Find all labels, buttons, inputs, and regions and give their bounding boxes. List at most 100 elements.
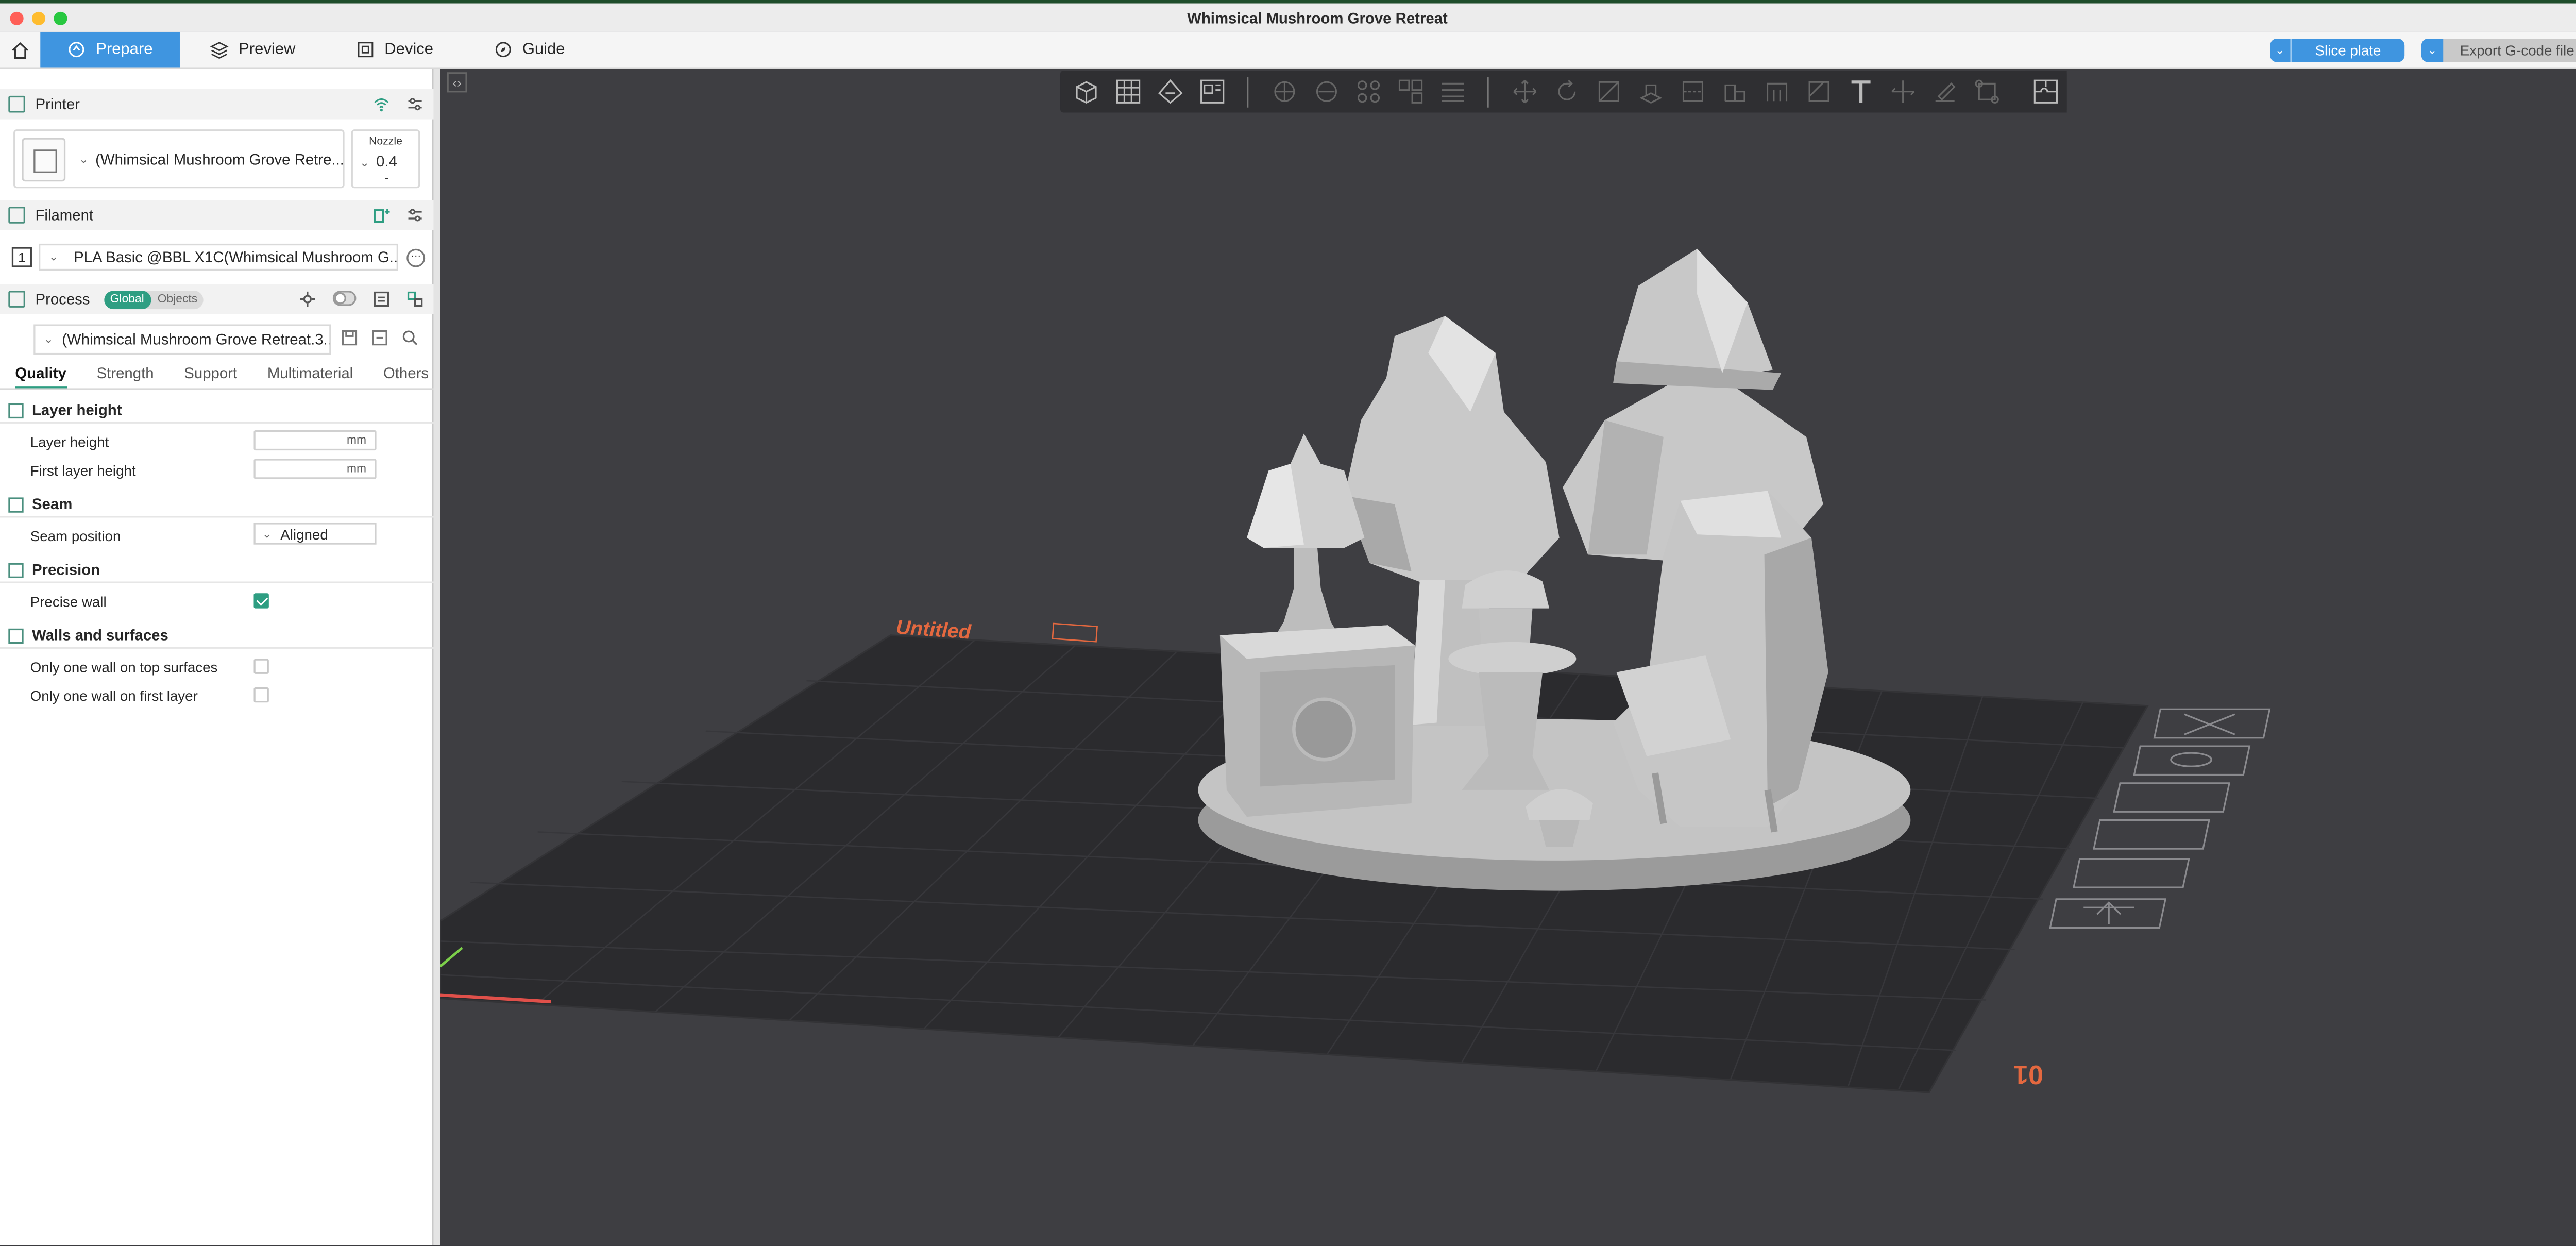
sidebar-resize-handle[interactable] [433,69,440,1245]
export-dropdown-chevron-icon[interactable]: ⌄ [2421,38,2444,62]
group-precision-title: Precision [31,561,100,578]
tab-prepare-label: Prepare [96,40,153,59]
lay-on-face-button[interactable] [1632,73,1669,110]
global-objects-toggle[interactable]: Global Objects [103,290,205,309]
home-button[interactable] [0,32,40,67]
search-icon[interactable] [401,329,418,346]
assembly-view-button[interactable] [2025,70,2067,113]
nozzle-value-text: 0.4 [376,153,397,170]
toggle-global[interactable]: Global [103,290,151,309]
auto-orient-button[interactable] [1151,73,1188,110]
mesh-boolean-button[interactable] [1716,73,1753,110]
seam-chevron-icon: ⌄ [262,528,272,541]
cube-add-icon [1075,81,1096,104]
process-settings-icon[interactable] [406,291,423,308]
collapse-sidebar-button[interactable]: ‹› [447,72,467,93]
plate-settings-icon[interactable] [2113,782,2231,813]
support-painting-button[interactable] [1758,73,1795,110]
variable-layer-button[interactable] [1349,73,1386,110]
add-plate-button[interactable] [1109,73,1146,110]
tab-device[interactable]: Device [326,32,464,67]
brim-ears-icon [1974,79,1998,104]
add-object-button[interactable] [1067,73,1104,110]
tab-guide[interactable]: Guide [464,32,596,67]
brim-ears-button[interactable] [1968,73,2005,110]
one-wall-top-checkbox[interactable] [253,659,269,674]
assembly-button[interactable] [1926,73,1963,110]
rotate-icon [1557,80,1575,100]
printer-selector[interactable]: ⌄ (Whimsical Mushroom Grove Retre... [13,129,345,189]
seam-painting-button[interactable] [1800,73,1837,110]
rotate-tool-button[interactable] [1548,73,1585,110]
split-parts-button[interactable] [1307,73,1344,110]
process-preset-selector[interactable]: ⌄ (Whimsical Mushroom Grove Retreat.3... [33,324,331,355]
text-tool-button[interactable] [1842,73,1879,110]
window-controls [10,11,67,25]
tab-device-label: Device [384,40,433,59]
add-filament-icon[interactable] [373,207,390,224]
plate-edit-icon[interactable] [1052,622,1098,643]
filament-section-header: Filament [0,200,434,230]
precise-wall-checkbox[interactable] [253,593,269,609]
one-wall-first-layer-checkbox[interactable] [253,687,269,703]
precision-group-icon [8,562,24,578]
subtab-others[interactable]: Others [368,358,444,389]
subtab-multimaterial[interactable]: Multimaterial [252,358,368,389]
seam-position-select[interactable]: ⌄ Aligned [253,523,377,545]
cut-tool-button[interactable] [1673,73,1710,110]
printer-settings-icon[interactable] [406,96,423,113]
support-paint-button[interactable] [1433,73,1470,110]
group-walls-surfaces: Walls and surfaces [0,624,433,647]
tab-prepare[interactable]: Prepare [40,31,180,68]
measure-icon [1890,80,1914,103]
save-icon[interactable] [341,329,358,346]
split-objects-button[interactable] [1265,73,1302,110]
advanced-mode-switch-icon[interactable] [332,291,357,306]
process-compare-icon[interactable] [373,291,390,308]
group-walls-title: Walls and surfaces [31,627,168,644]
filament-selector[interactable]: ⌄ PLA Basic @BBL X1C(Whimsical Mushroom … [39,243,398,271]
slice-plate-button[interactable]: ⌄ Slice plate [2269,38,2405,62]
filament-settings-icon[interactable] [406,207,423,224]
plate-lock-icon[interactable] [2093,819,2210,850]
subtab-quality[interactable]: Quality [0,358,81,390]
3d-viewport[interactable]: Untitled 01 [440,69,2576,1245]
layer-height-input[interactable]: mm [253,430,377,451]
move-tool-button[interactable] [1505,73,1543,110]
filament-name: PLA Basic @BBL X1C(Whimsical Mushroom G.… [74,248,398,266]
app-window: Whimsical Mushroom Grove Retreat Prepare… [0,0,2576,1245]
model-mushroom-grove[interactable] [1198,248,1911,891]
close-window-button[interactable] [10,11,24,25]
export-gcode-button[interactable]: ⌄ Export G-code file [2421,38,2576,62]
layers-edit-icon [1398,79,1422,104]
precise-wall-label: Precise wall [30,593,107,610]
toggle-objects[interactable]: Objects [151,290,205,309]
seam-paint-icon [1807,81,1828,102]
delete-preset-icon[interactable] [371,329,388,346]
maximize-window-button[interactable] [54,11,67,25]
scale-icon [1598,81,1619,102]
process-section-icon [8,291,25,308]
subtab-strength[interactable]: Strength [81,358,169,389]
wifi-icon[interactable] [373,96,390,113]
arrange-button[interactable] [1193,73,1230,110]
scale-tool-button[interactable] [1589,73,1626,110]
plate-arrange-icon[interactable] [2072,857,2190,888]
process-advanced-icon[interactable] [299,291,316,308]
nozzle-selector[interactable]: Nozzle ⌄ 0.4 - [351,129,420,189]
tab-preview[interactable]: Preview [180,32,326,67]
puzzle-icon [2033,79,2058,104]
viewport-canvas[interactable]: Untitled 01 [440,69,2576,1245]
plate-number-label: 01 [2013,1059,2043,1089]
viewport-toolbar [1060,70,2067,113]
subtab-support[interactable]: Support [169,358,252,389]
minimize-window-button[interactable] [31,11,46,25]
first-layer-height-input[interactable]: mm [253,459,377,479]
slice-dropdown-chevron-icon[interactable]: ⌄ [2269,38,2292,62]
group-seam: Seam [0,493,433,516]
measure-tool-button[interactable] [1884,73,1921,110]
layers-editing-button[interactable] [1392,73,1429,110]
printer-name: (Whimsical Mushroom Grove Retre... [95,150,343,167]
plate-visibility-icon[interactable] [2133,745,2251,776]
filament-more-icon[interactable]: ··· [406,248,426,266]
